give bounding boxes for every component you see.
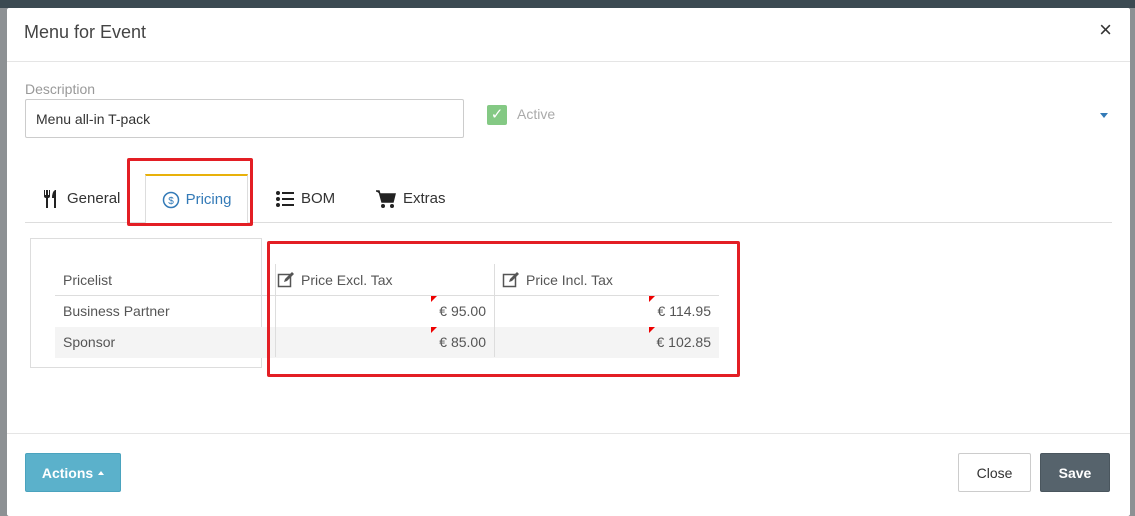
close-button[interactable]: Close [958,453,1031,492]
actions-button[interactable]: Actions [25,453,121,492]
price-excl-header[interactable]: Price Excl. Tax [277,271,393,289]
price-incl-cell[interactable]: € 102.85 [495,327,719,358]
column-divider [275,264,276,357]
pricelist-cell: Business Partner [63,303,170,319]
utensils-icon [41,189,61,209]
tab-general[interactable]: General [41,174,120,223]
price-excl-header-label: Price Excl. Tax [301,272,393,288]
actions-button-label: Actions [41,464,94,481]
tab-bom[interactable]: BOM [275,174,335,223]
background-overlay-right [1130,8,1135,516]
modal-footer: Actions Close Save [7,433,1130,516]
description-input[interactable] [25,99,464,138]
tab-bar: General $ Pricing BOM Extras [25,174,1112,224]
table-row: Business Partner € 95.00 € 114.95 [55,296,719,327]
modified-flag-icon [431,296,437,302]
description-label: Description [25,81,96,97]
svg-text:$: $ [168,196,174,207]
modal-title: Menu for Event [24,22,147,42]
modal-header: Menu for Event × [7,8,1130,62]
check-icon: ✓ [490,106,504,123]
edit-icon [502,271,520,289]
price-excl-cell[interactable]: € 85.00 [275,327,494,358]
modified-flag-icon [431,327,437,333]
background-header-strip [0,0,1135,8]
tab-extras[interactable]: Extras [375,174,446,223]
pricelist-cell: Sponsor [63,334,116,350]
edit-icon [277,271,295,289]
active-checkbox[interactable]: ✓ [487,105,507,125]
tab-bom-label: BOM [301,190,336,207]
caret-up-icon [98,470,105,475]
tab-pricing[interactable]: $ Pricing [145,174,248,224]
price-excl-cell[interactable]: € 95.00 [275,296,494,327]
modified-flag-icon [649,327,655,333]
close-icon[interactable]: × [1099,19,1112,41]
column-divider [494,264,495,357]
pricelist-header: Pricelist [63,272,113,288]
caret-down-icon[interactable] [1100,113,1108,118]
price-incl-header[interactable]: Price Incl. Tax [502,271,613,289]
tab-extras-label: Extras [403,190,446,207]
background-overlay-left [0,8,7,516]
tab-general-label: General [67,190,121,207]
tab-pricing-label: Pricing [185,191,232,208]
save-button[interactable]: Save [1040,453,1110,492]
dollar-circle-icon: $ [162,191,180,209]
cart-icon [375,189,397,209]
active-label: Active [517,106,556,122]
modified-flag-icon [649,296,655,302]
list-icon [275,189,295,209]
price-incl-header-label: Price Incl. Tax [526,272,613,288]
price-incl-cell[interactable]: € 114.95 [495,296,719,327]
table-row: Sponsor € 85.00 € 102.85 [55,327,719,358]
